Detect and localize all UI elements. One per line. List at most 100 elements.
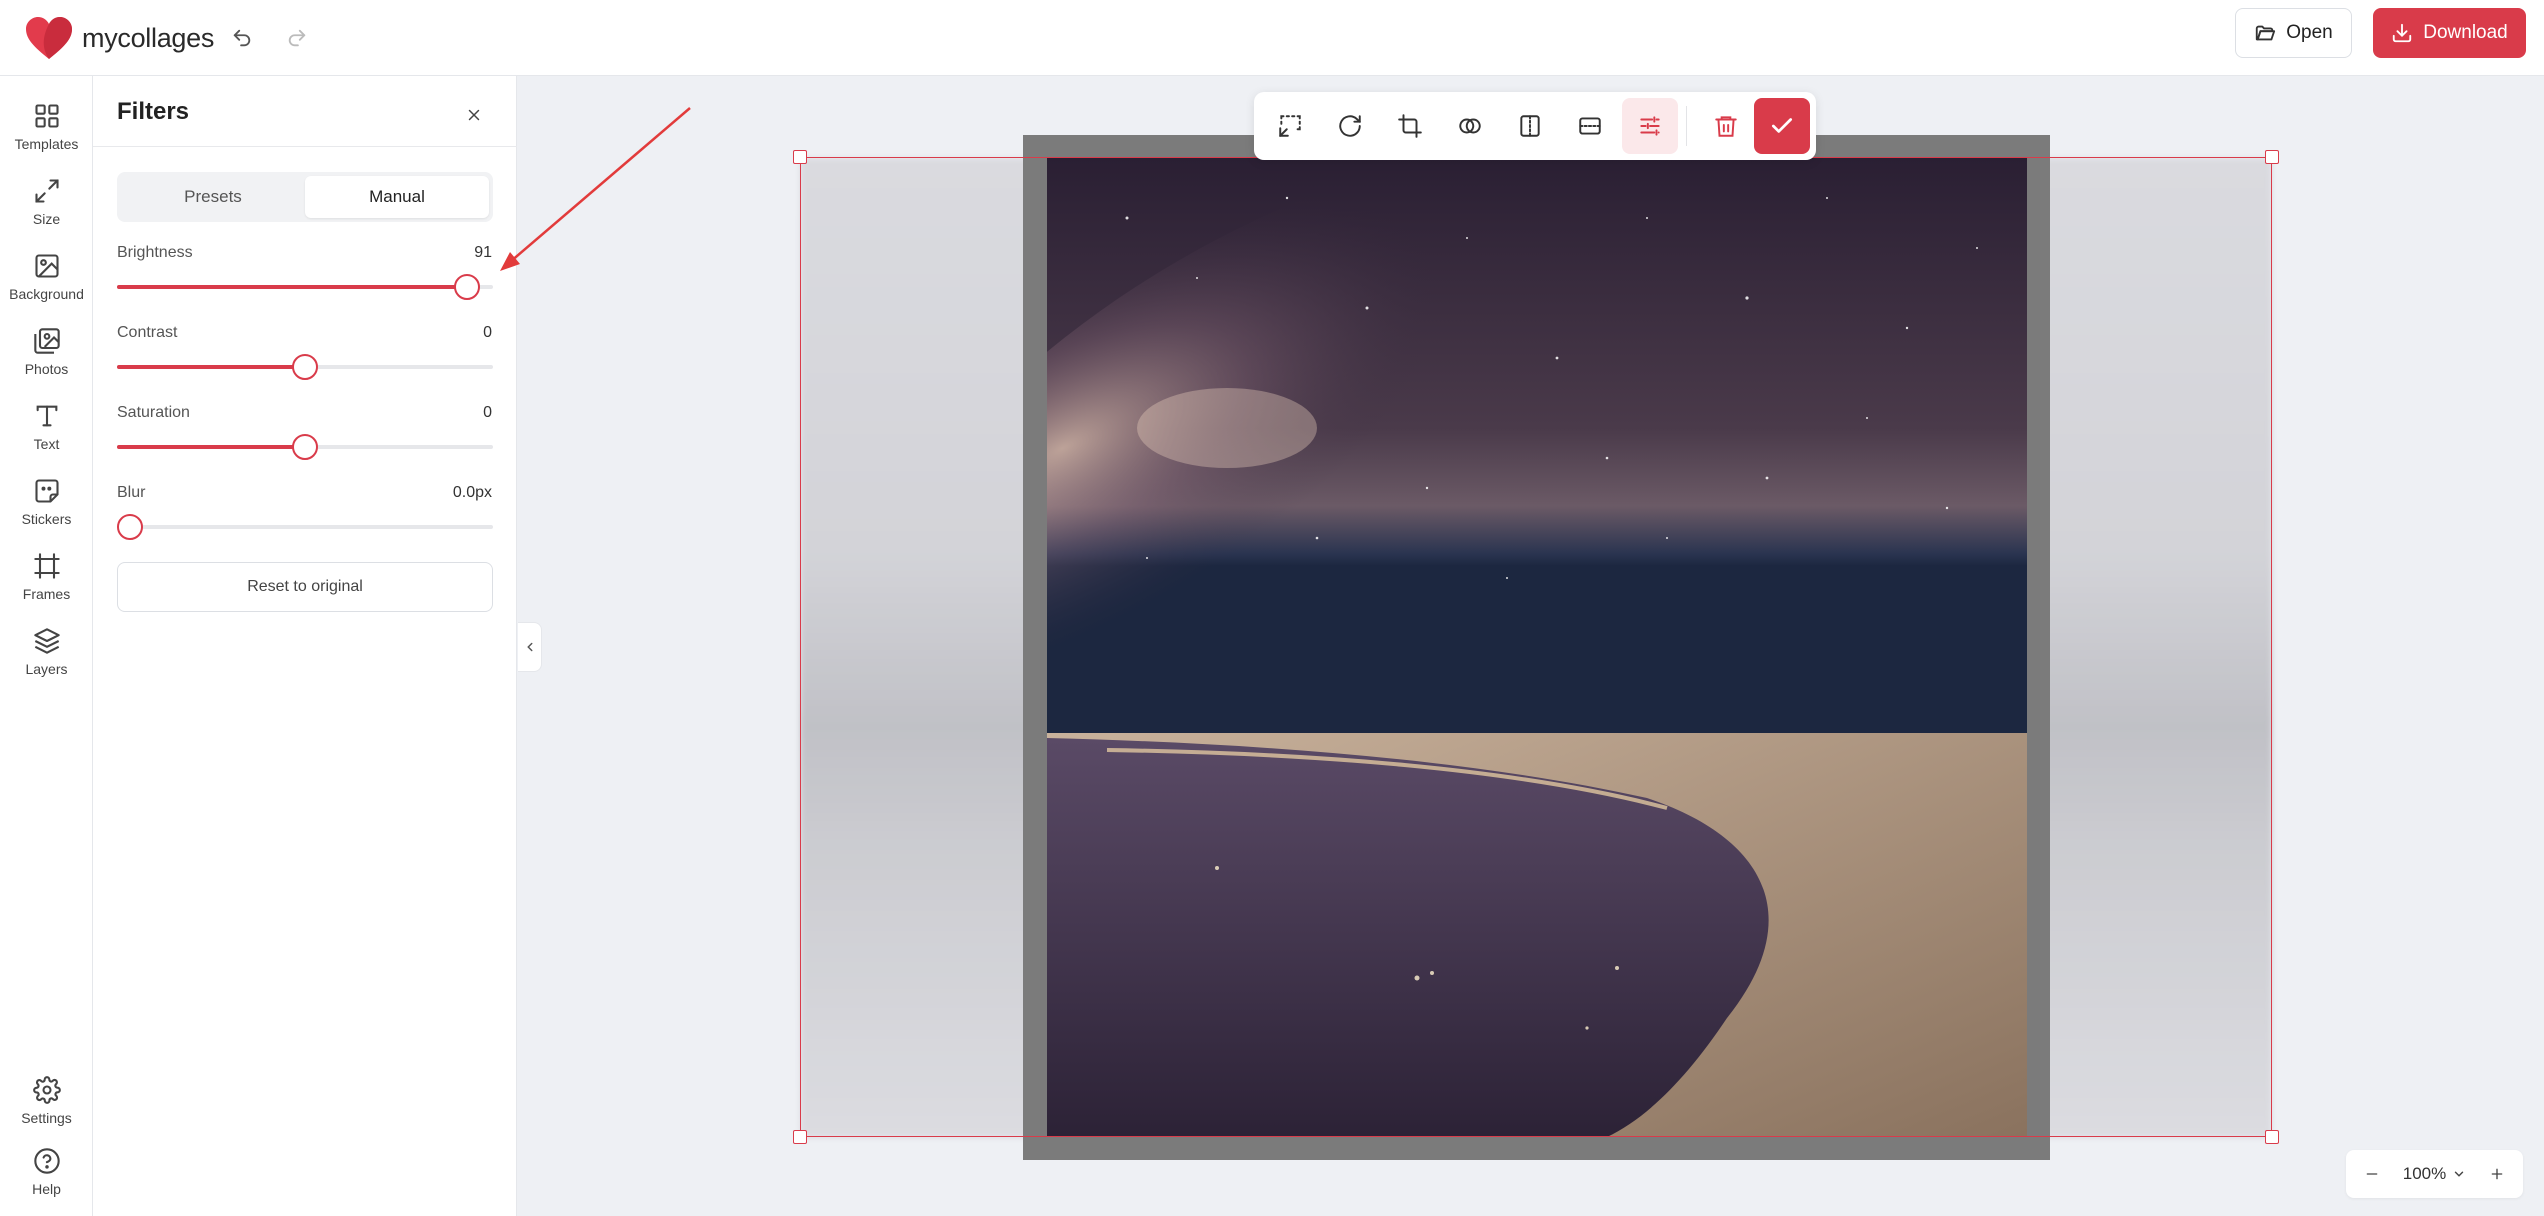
open-label: Open: [2286, 22, 2333, 43]
top-bar: mycollages Open Download: [0, 0, 2544, 76]
frame-icon: [33, 553, 60, 579]
toolbar-divider: [1686, 106, 1687, 146]
download-icon: [2393, 23, 2412, 43]
saturation-slider[interactable]: [117, 434, 493, 460]
confirm-check-icon: [1771, 118, 1793, 133]
filter-mode-tabs: Presets Manual: [117, 172, 493, 222]
delete-icon: [1715, 116, 1737, 137]
rail-label: Stickers: [21, 511, 72, 527]
brightness-label: Brightness: [117, 244, 193, 261]
adjust-filters-button[interactable]: [1622, 98, 1678, 154]
rail-label: Help: [32, 1181, 61, 1197]
mask-button[interactable]: [1442, 98, 1498, 154]
contrast-value: 0: [483, 324, 492, 341]
saturation-label: Saturation: [117, 404, 190, 421]
adjust-filters-icon: [1640, 116, 1660, 136]
rail-item-background[interactable]: Background: [0, 252, 93, 318]
help-icon: [33, 1148, 60, 1174]
sticker-icon: [34, 479, 59, 503]
undo-button[interactable]: [222, 18, 262, 58]
rail-item-layers[interactable]: Layers: [0, 627, 93, 693]
crop-icon: [1398, 114, 1422, 138]
undo-icon: [233, 29, 251, 47]
redo-icon: [288, 29, 306, 47]
contrast-label: Contrast: [117, 324, 178, 341]
image-toolbar: [1254, 92, 1816, 160]
slider-fill: [117, 285, 467, 289]
flip-vertical-icon: [1579, 117, 1601, 135]
slider-thumb[interactable]: [292, 434, 318, 460]
zoom-control: 100%: [2346, 1150, 2523, 1198]
zoom-out-button[interactable]: [2358, 1160, 2386, 1188]
tab-presets[interactable]: Presets: [121, 176, 305, 218]
rotate-button[interactable]: [1322, 98, 1378, 154]
slider-thumb[interactable]: [453, 274, 480, 300]
rail-item-size[interactable]: Size: [0, 177, 93, 243]
rail-label: Photos: [24, 361, 69, 377]
close-icon: [468, 109, 480, 121]
panel-divider: [93, 146, 517, 147]
brightness-slider[interactable]: [117, 274, 493, 300]
contrast-slider[interactable]: [117, 354, 493, 380]
replace-image-button[interactable]: [1262, 98, 1318, 154]
panel-title: Filters: [117, 98, 190, 125]
close-panel-button[interactable]: [459, 100, 489, 130]
brightness-value: 91: [474, 244, 492, 261]
zoom-dropdown[interactable]: 100%: [2403, 1164, 2466, 1184]
flip-vertical-button[interactable]: [1562, 98, 1618, 154]
photos-icon: [33, 328, 60, 354]
download-label: Download: [2423, 22, 2508, 43]
flip-horizontal-icon: [1520, 115, 1540, 137]
download-button[interactable]: Download: [2373, 8, 2526, 58]
open-button[interactable]: Open: [2235, 8, 2352, 58]
rail-item-templates[interactable]: Templates: [0, 102, 93, 168]
left-nav-rail: Templates Size Background Photos Text St…: [0, 76, 93, 1216]
plus-icon: [2491, 1168, 2503, 1180]
folder-open-icon: [2256, 25, 2276, 41]
rail-label: Frames: [22, 586, 71, 602]
flip-horizontal-button[interactable]: [1502, 98, 1558, 154]
rail-item-photos[interactable]: Photos: [0, 327, 93, 393]
slider-thumb[interactable]: [117, 514, 143, 540]
replace-image-icon: [1279, 115, 1301, 137]
filters-panel: Filters Presets Manual Brightness 91 Con…: [93, 76, 517, 1216]
rail-item-frames[interactable]: Frames: [0, 552, 93, 618]
rail-label: Settings: [21, 1110, 72, 1126]
collapse-panel-button[interactable]: [518, 622, 542, 672]
redo-button[interactable]: [277, 18, 317, 58]
rail-label: Size: [32, 211, 61, 227]
brand-logo[interactable]: mycollages: [24, 10, 214, 66]
rail-item-stickers[interactable]: Stickers: [0, 477, 93, 543]
resize-handle-bottom-right[interactable]: [2265, 1130, 2279, 1144]
slider-thumb[interactable]: [292, 354, 318, 380]
zoom-in-button[interactable]: [2483, 1160, 2511, 1188]
selection-box: [800, 157, 2272, 1137]
heart-logo-icon: [26, 17, 72, 59]
crop-button[interactable]: [1382, 98, 1438, 154]
tab-manual[interactable]: Manual: [305, 176, 489, 218]
resize-handle-bottom-left[interactable]: [793, 1130, 807, 1144]
text-icon: [36, 405, 57, 427]
slider-fill: [117, 445, 305, 449]
reset-to-original-button[interactable]: Reset to original: [117, 562, 493, 612]
rail-label: Layers: [25, 661, 68, 677]
slider-fill: [117, 365, 305, 369]
rail-label: Templates: [14, 136, 79, 152]
rail-item-help[interactable]: Help: [0, 1147, 93, 1213]
rail-item-text[interactable]: Text: [0, 402, 93, 468]
resize-handle-top-left[interactable]: [793, 150, 807, 164]
confirm-button[interactable]: [1754, 98, 1810, 154]
rail-item-settings[interactable]: Settings: [0, 1076, 93, 1142]
zoom-value: 100%: [2402, 1164, 2447, 1183]
resize-handle-top-right[interactable]: [2265, 150, 2279, 164]
blur-value: 0.0px: [452, 484, 492, 501]
delete-button[interactable]: [1698, 98, 1754, 154]
rail-label: Text: [33, 436, 60, 452]
mask-icon: [1459, 118, 1481, 134]
blur-label: Blur: [117, 484, 146, 501]
layers-icon: [33, 628, 60, 654]
blur-slider[interactable]: [117, 514, 493, 540]
rail-label: Background: [9, 286, 84, 302]
saturation-value: 0: [483, 404, 492, 421]
minus-icon: [2366, 1173, 2378, 1175]
